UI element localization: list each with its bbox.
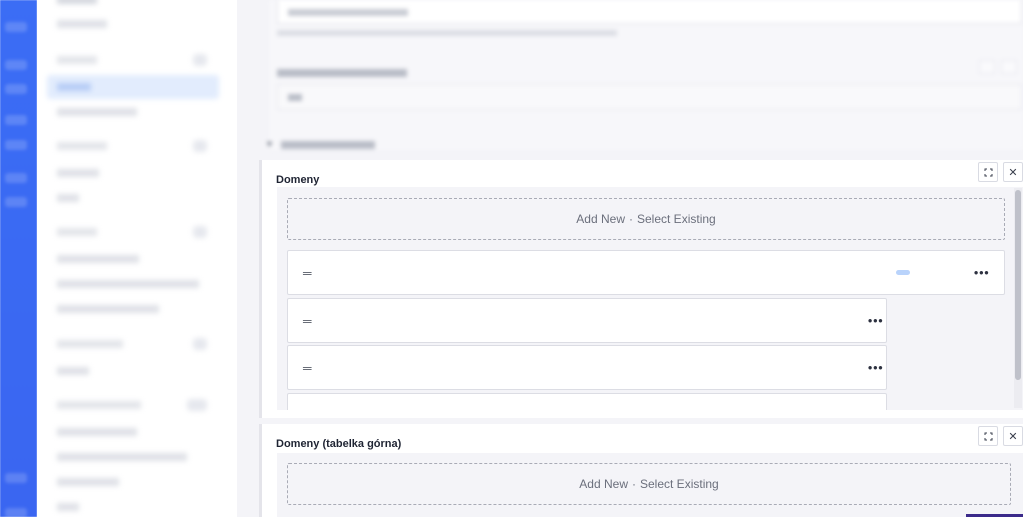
panel-scrollbar-thumb[interactable] [1015, 190, 1021, 380]
loading-indicator [896, 270, 910, 275]
panel-body: Add New · Select Existing ═ ••• ═ ••• ═ … [277, 187, 1023, 410]
sidebar-badge [193, 54, 207, 66]
app-rail [0, 0, 37, 517]
drag-handle-icon[interactable]: ═ [303, 267, 312, 279]
drag-handle-icon[interactable]: ═ [303, 362, 312, 374]
select-existing-link[interactable]: Select Existing [640, 477, 719, 491]
panel-body: Add New · Select Existing [277, 453, 1023, 517]
add-new-link[interactable]: Add New [576, 212, 625, 226]
separator: · [632, 477, 636, 491]
select-field[interactable] [277, 84, 1022, 110]
field-control[interactable] [1001, 60, 1017, 74]
sidebar-item[interactable] [57, 169, 99, 177]
select-existing-link[interactable]: Select Existing [637, 212, 716, 226]
sidebar-group[interactable] [57, 401, 141, 409]
sidebar-item[interactable] [57, 280, 199, 288]
sidebar-badge [193, 338, 207, 350]
field-label [277, 68, 407, 80]
panel-title: Domeny [276, 174, 320, 186]
rail-icon[interactable] [5, 60, 27, 70]
rail-icon[interactable] [5, 140, 27, 150]
separator: · [629, 212, 633, 226]
more-horizontal-icon[interactable]: ••• [868, 360, 884, 374]
expand-icon-graphic [984, 168, 992, 176]
relation-panel-domeny: Domeny ✕ Add New · Select Existing ═ •••… [259, 160, 1023, 418]
list-item[interactable] [287, 393, 887, 410]
url-input[interactable] [277, 0, 1022, 24]
drag-handle-icon[interactable]: ═ [303, 315, 312, 327]
sidebar-group[interactable] [57, 340, 123, 348]
sidebar-item[interactable] [57, 0, 97, 4]
add-select-box: Add New · Select Existing [287, 198, 1005, 240]
rail-icon[interactable] [5, 22, 27, 32]
sidebar-item[interactable] [57, 478, 119, 486]
rail-icon[interactable] [5, 173, 27, 183]
sidebar-item[interactable] [57, 503, 79, 511]
sidebar-item[interactable] [57, 194, 79, 202]
close-icon[interactable]: ✕ [1003, 426, 1023, 446]
rail-icon[interactable] [5, 473, 27, 483]
rail-icon[interactable] [5, 84, 27, 94]
relation-panel-domeny-tabelka-gorna: Domeny (tabelka górna) ✕ Add New · Selec… [259, 424, 1023, 517]
expand-icon[interactable] [978, 426, 998, 446]
close-icon[interactable]: ✕ [1003, 162, 1023, 182]
list-item[interactable]: ═ ••• [287, 298, 887, 343]
sidebar-badge [193, 226, 207, 238]
expand-icon-graphic [984, 432, 992, 440]
sidebar-item[interactable] [57, 305, 159, 313]
rail-icon[interactable] [5, 197, 27, 207]
rail-icon[interactable] [5, 508, 27, 517]
sidebar-group[interactable] [57, 142, 107, 150]
sidebar-item[interactable] [57, 255, 139, 263]
sidebar-badge [193, 140, 207, 152]
field-help-text [277, 28, 617, 38]
form-section-blurred: ▾ [237, 0, 1023, 158]
sidebar-item[interactable] [57, 20, 107, 28]
expand-icon[interactable] [978, 162, 998, 182]
sidebar-item[interactable] [57, 83, 91, 91]
sidebar-item[interactable] [57, 453, 187, 461]
sidebar-badge [187, 399, 207, 411]
panel-title: Domeny (tabelka górna) [276, 438, 402, 450]
add-select-box: Add New · Select Existing [287, 463, 1011, 505]
sidebar-item[interactable] [57, 367, 89, 375]
field-control[interactable] [979, 60, 995, 74]
list-item[interactable]: ═ ••• [287, 345, 887, 390]
sidebar-item[interactable] [57, 108, 137, 116]
chevron-down-icon[interactable]: ▾ [267, 139, 272, 150]
sidebar-group[interactable] [57, 56, 97, 64]
sidebar-item[interactable] [57, 428, 137, 436]
more-horizontal-icon[interactable]: ••• [974, 265, 990, 279]
more-horizontal-icon[interactable]: ••• [868, 313, 884, 327]
list-item[interactable]: ═ ••• [287, 250, 1005, 295]
add-new-link[interactable]: Add New [579, 477, 628, 491]
section-heading [281, 138, 375, 152]
sidebar-group[interactable] [57, 228, 97, 236]
main-content: ▾ Domeny ✕ Add New · Select Existing ═ •… [237, 0, 1023, 517]
rail-icon[interactable] [5, 115, 27, 125]
sidebar [37, 0, 237, 517]
